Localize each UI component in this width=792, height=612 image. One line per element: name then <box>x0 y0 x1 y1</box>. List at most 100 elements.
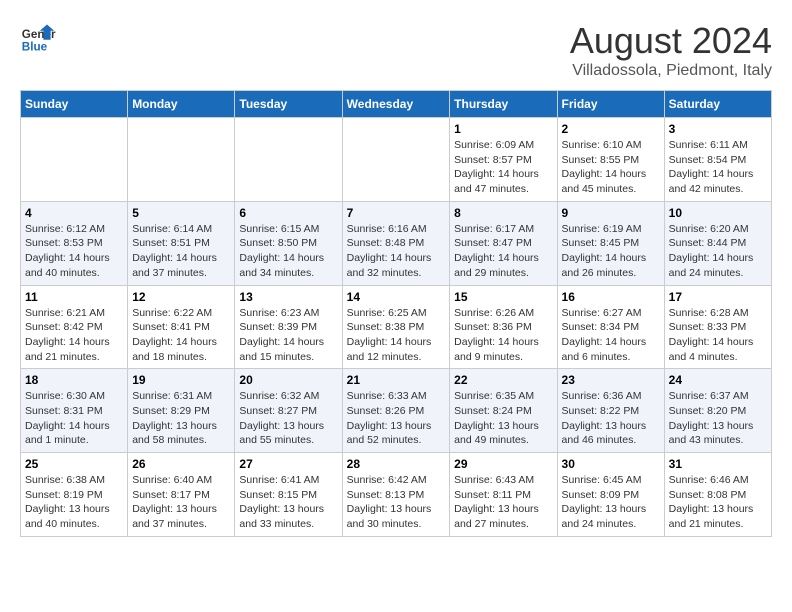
day-number: 9 <box>562 206 660 220</box>
calendar-cell: 12 Sunrise: 6:22 AM Sunset: 8:41 PM Dayli… <box>128 285 235 369</box>
calendar-cell: 10 Sunrise: 6:20 AM Sunset: 8:44 PM Dayli… <box>664 201 771 285</box>
dow-header: Monday <box>128 91 235 118</box>
day-number: 28 <box>347 457 446 471</box>
dow-header: Sunday <box>21 91 128 118</box>
calendar-cell: 8 Sunrise: 6:17 AM Sunset: 8:47 PM Daylig… <box>450 201 557 285</box>
day-info: Sunrise: 6:46 AM Sunset: 8:08 PM Dayligh… <box>669 473 767 532</box>
day-number: 19 <box>132 373 230 387</box>
calendar-cell <box>21 118 128 202</box>
day-number: 26 <box>132 457 230 471</box>
calendar-cell <box>128 118 235 202</box>
calendar-cell: 2Sunrise: 6:10 AM Sunset: 8:55 PM Daylig… <box>557 118 664 202</box>
calendar-cell: 7 Sunrise: 6:16 AM Sunset: 8:48 PM Daylig… <box>342 201 450 285</box>
calendar-cell <box>342 118 450 202</box>
calendar-cell: 31 Sunrise: 6:46 AM Sunset: 8:08 PM Dayli… <box>664 453 771 537</box>
calendar-cell: 4 Sunrise: 6:12 AM Sunset: 8:53 PM Daylig… <box>21 201 128 285</box>
calendar-cell: 11 Sunrise: 6:21 AM Sunset: 8:42 PM Dayli… <box>21 285 128 369</box>
day-info: Sunrise: 6:32 AM Sunset: 8:27 PM Dayligh… <box>239 389 337 448</box>
day-number: 11 <box>25 290 123 304</box>
day-info: Sunrise: 6:19 AM Sunset: 8:45 PM Dayligh… <box>562 222 660 281</box>
calendar-cell: 3 Sunrise: 6:11 AM Sunset: 8:54 PM Daylig… <box>664 118 771 202</box>
calendar-cell: 24 Sunrise: 6:37 AM Sunset: 8:20 PM Dayli… <box>664 369 771 453</box>
day-info: Sunrise: 6:25 AM Sunset: 8:38 PM Dayligh… <box>347 306 446 365</box>
day-number: 7 <box>347 206 446 220</box>
day-number: 30 <box>562 457 660 471</box>
day-number: 15 <box>454 290 552 304</box>
day-info: Sunrise: 6:22 AM Sunset: 8:41 PM Dayligh… <box>132 306 230 365</box>
day-info: Sunrise: 6:14 AM Sunset: 8:51 PM Dayligh… <box>132 222 230 281</box>
day-info: Sunrise: 6:09 AM Sunset: 8:57 PM Dayligh… <box>454 138 552 197</box>
calendar-cell: 18 Sunrise: 6:30 AM Sunset: 8:31 PM Dayli… <box>21 369 128 453</box>
day-info: Sunrise: 6:35 AM Sunset: 8:24 PM Dayligh… <box>454 389 552 448</box>
calendar-cell: 21 Sunrise: 6:33 AM Sunset: 8:26 PM Dayli… <box>342 369 450 453</box>
day-number: 4 <box>25 206 123 220</box>
day-info: Sunrise: 6:20 AM Sunset: 8:44 PM Dayligh… <box>669 222 767 281</box>
day-number: 23 <box>562 373 660 387</box>
location: Villadossola, Piedmont, Italy <box>570 62 772 80</box>
calendar-cell <box>235 118 342 202</box>
day-number: 24 <box>669 373 767 387</box>
day-number: 16 <box>562 290 660 304</box>
calendar-cell: 26 Sunrise: 6:40 AM Sunset: 8:17 PM Dayli… <box>128 453 235 537</box>
day-number: 27 <box>239 457 337 471</box>
calendar-cell: 14 Sunrise: 6:25 AM Sunset: 8:38 PM Dayli… <box>342 285 450 369</box>
day-number: 1 <box>454 122 552 136</box>
day-number: 8 <box>454 206 552 220</box>
calendar-cell: 29 Sunrise: 6:43 AM Sunset: 8:11 PM Dayli… <box>450 453 557 537</box>
day-info: Sunrise: 6:27 AM Sunset: 8:34 PM Dayligh… <box>562 306 660 365</box>
calendar-cell: 28 Sunrise: 6:42 AM Sunset: 8:13 PM Dayli… <box>342 453 450 537</box>
day-info: Sunrise: 6:17 AM Sunset: 8:47 PM Dayligh… <box>454 222 552 281</box>
calendar-cell: 9 Sunrise: 6:19 AM Sunset: 8:45 PM Daylig… <box>557 201 664 285</box>
calendar-cell: 17 Sunrise: 6:28 AM Sunset: 8:33 PM Dayli… <box>664 285 771 369</box>
day-number: 29 <box>454 457 552 471</box>
day-number: 6 <box>239 206 337 220</box>
day-number: 20 <box>239 373 337 387</box>
day-number: 10 <box>669 206 767 220</box>
day-info: Sunrise: 6:16 AM Sunset: 8:48 PM Dayligh… <box>347 222 446 281</box>
day-info: Sunrise: 6:12 AM Sunset: 8:53 PM Dayligh… <box>25 222 123 281</box>
day-number: 17 <box>669 290 767 304</box>
day-number: 5 <box>132 206 230 220</box>
day-info: Sunrise: 6:36 AM Sunset: 8:22 PM Dayligh… <box>562 389 660 448</box>
svg-text:Blue: Blue <box>22 41 48 54</box>
day-info: Sunrise: 6:26 AM Sunset: 8:36 PM Dayligh… <box>454 306 552 365</box>
day-number: 31 <box>669 457 767 471</box>
day-info: Sunrise: 6:30 AM Sunset: 8:31 PM Dayligh… <box>25 389 123 448</box>
dow-header: Friday <box>557 91 664 118</box>
day-info: Sunrise: 6:42 AM Sunset: 8:13 PM Dayligh… <box>347 473 446 532</box>
day-number: 13 <box>239 290 337 304</box>
dow-header: Saturday <box>664 91 771 118</box>
day-info: Sunrise: 6:11 AM Sunset: 8:54 PM Dayligh… <box>669 138 767 197</box>
day-number: 22 <box>454 373 552 387</box>
day-info: Sunrise: 6:43 AM Sunset: 8:11 PM Dayligh… <box>454 473 552 532</box>
day-info: Sunrise: 6:37 AM Sunset: 8:20 PM Dayligh… <box>669 389 767 448</box>
day-info: Sunrise: 6:28 AM Sunset: 8:33 PM Dayligh… <box>669 306 767 365</box>
day-info: Sunrise: 6:45 AM Sunset: 8:09 PM Dayligh… <box>562 473 660 532</box>
day-number: 14 <box>347 290 446 304</box>
calendar-cell: 20 Sunrise: 6:32 AM Sunset: 8:27 PM Dayli… <box>235 369 342 453</box>
day-info: Sunrise: 6:15 AM Sunset: 8:50 PM Dayligh… <box>239 222 337 281</box>
day-info: Sunrise: 6:41 AM Sunset: 8:15 PM Dayligh… <box>239 473 337 532</box>
month-title: August 2024 <box>570 20 772 62</box>
calendar-cell: 22 Sunrise: 6:35 AM Sunset: 8:24 PM Dayli… <box>450 369 557 453</box>
day-info: Sunrise: 6:33 AM Sunset: 8:26 PM Dayligh… <box>347 389 446 448</box>
calendar-cell: 23 Sunrise: 6:36 AM Sunset: 8:22 PM Dayli… <box>557 369 664 453</box>
day-info: Sunrise: 6:38 AM Sunset: 8:19 PM Dayligh… <box>25 473 123 532</box>
calendar-cell: 6 Sunrise: 6:15 AM Sunset: 8:50 PM Daylig… <box>235 201 342 285</box>
day-info: Sunrise: 6:23 AM Sunset: 8:39 PM Dayligh… <box>239 306 337 365</box>
calendar-cell: 27 Sunrise: 6:41 AM Sunset: 8:15 PM Dayli… <box>235 453 342 537</box>
day-number: 18 <box>25 373 123 387</box>
day-number: 12 <box>132 290 230 304</box>
calendar-cell: 19Sunrise: 6:31 AM Sunset: 8:29 PM Dayli… <box>128 369 235 453</box>
calendar-cell: 13 Sunrise: 6:23 AM Sunset: 8:39 PM Dayli… <box>235 285 342 369</box>
day-number: 25 <box>25 457 123 471</box>
logo-icon: General Blue <box>20 20 56 56</box>
day-info: Sunrise: 6:10 AM Sunset: 8:55 PM Dayligh… <box>562 138 660 197</box>
day-info: Sunrise: 6:40 AM Sunset: 8:17 PM Dayligh… <box>132 473 230 532</box>
dow-header: Tuesday <box>235 91 342 118</box>
day-info: Sunrise: 6:21 AM Sunset: 8:42 PM Dayligh… <box>25 306 123 365</box>
day-number: 3 <box>669 122 767 136</box>
day-number: 21 <box>347 373 446 387</box>
calendar-cell: 25 Sunrise: 6:38 AM Sunset: 8:19 PM Dayli… <box>21 453 128 537</box>
page-header: General Blue August 2024 Villadossola, P… <box>20 20 772 80</box>
